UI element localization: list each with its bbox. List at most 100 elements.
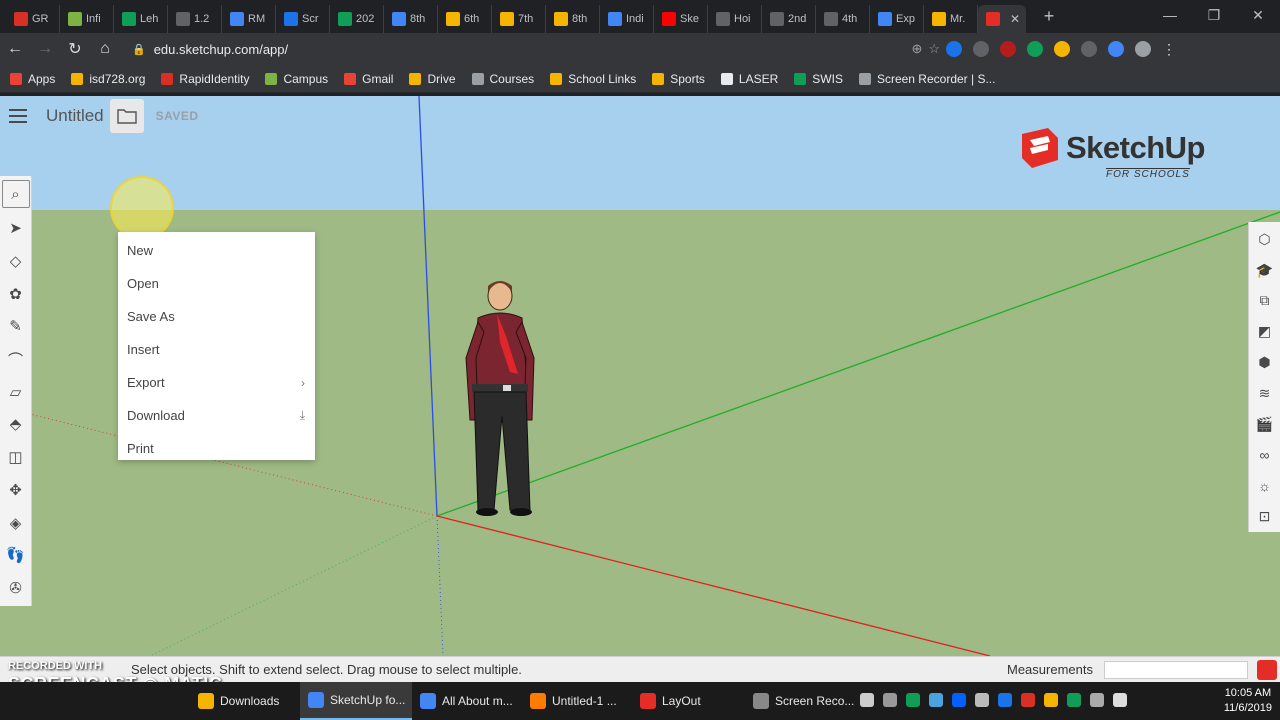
menu-item-open[interactable]: Open xyxy=(118,267,315,300)
menu-item-insert[interactable]: Insert xyxy=(118,333,315,366)
model-info-icon[interactable]: ⊡ xyxy=(1251,501,1279,532)
browser-tab[interactable]: GR xyxy=(6,4,60,33)
tray-network-icon[interactable] xyxy=(1090,693,1104,707)
menu-item-export[interactable]: Export › xyxy=(118,366,315,399)
menu-item-save-as[interactable]: Save As xyxy=(118,300,315,333)
add-icon[interactable]: ⊕ xyxy=(911,41,922,57)
paint-bucket-icon[interactable]: ✿ xyxy=(2,277,30,310)
components-icon[interactable]: ⧉ xyxy=(1251,286,1279,317)
taskbar-item-screen-recorder[interactable]: Screen Reco... xyxy=(745,682,854,720)
browser-tab[interactable]: Indi xyxy=(600,4,654,33)
browser-tab[interactable]: Hoi xyxy=(708,4,762,33)
tray-chrome-icon[interactable] xyxy=(1044,693,1058,707)
restore-button[interactable]: ❐ xyxy=(1192,0,1236,30)
browser-tab[interactable]: Scr xyxy=(276,4,330,33)
tray-dropbox-icon[interactable] xyxy=(952,693,966,707)
profile-avatar[interactable] xyxy=(1135,41,1151,57)
bookmark-item[interactable]: RapidIdentity xyxy=(161,72,249,86)
browser-tab[interactable]: 2nd xyxy=(762,4,816,33)
file-menu-button[interactable] xyxy=(109,99,144,133)
extension-circle-icon[interactable] xyxy=(1108,41,1124,57)
home-button[interactable]: ⌂ xyxy=(90,40,120,58)
browser-tab[interactable]: RM xyxy=(222,4,276,33)
extension-screencast-icon[interactable] xyxy=(1081,41,1097,57)
browser-tab[interactable]: 4th xyxy=(816,4,870,33)
new-tab-button[interactable]: + xyxy=(1034,6,1064,27)
minimize-button[interactable]: — xyxy=(1148,0,1192,30)
taskbar-item-all-about[interactable]: All About m... xyxy=(412,682,513,720)
scale-figure-person[interactable] xyxy=(465,281,535,516)
measurements-input[interactable] xyxy=(1104,661,1248,679)
bookmark-item[interactable]: School Links xyxy=(550,72,636,86)
move-tool-icon[interactable]: ✥ xyxy=(2,474,30,507)
taskbar-item-downloads[interactable]: Downloads xyxy=(190,682,279,720)
tray-infinity-icon[interactable] xyxy=(975,693,989,707)
bookmark-item[interactable]: Campus xyxy=(265,72,328,86)
select-tool-icon[interactable]: ➤ xyxy=(2,212,30,245)
styles-icon[interactable]: ⬢ xyxy=(1251,347,1279,378)
search-tool-icon[interactable]: ⌕ xyxy=(1,180,30,208)
orbit-tool-icon[interactable]: ✇ xyxy=(2,572,30,605)
materials-icon[interactable]: ◩ xyxy=(1251,316,1279,347)
eraser-tool-icon[interactable]: ◇ xyxy=(2,245,30,278)
system-clock[interactable]: 10:05 AM 11/6/2019 xyxy=(1224,686,1272,716)
walk-tool-icon[interactable]: 👣 xyxy=(2,539,30,572)
bookmark-item[interactable]: SWIS xyxy=(794,72,843,86)
taskbar-item-illustrator[interactable]: Untitled-1 ... xyxy=(522,682,617,720)
bookmark-star-icon[interactable]: ☆ xyxy=(928,41,940,57)
tray-mic-icon[interactable] xyxy=(860,693,874,707)
tray-monitor-icon[interactable] xyxy=(929,693,943,707)
instructor-icon[interactable]: 🎓 xyxy=(1251,255,1279,286)
close-tab-icon[interactable]: ✕ xyxy=(1010,12,1020,26)
tab-active-sketchup[interactable]: ✕ xyxy=(978,4,1026,33)
bookmark-item[interactable]: Apps xyxy=(10,72,55,86)
scenes-icon[interactable]: 🎬 xyxy=(1251,409,1279,440)
browser-tab[interactable]: 7th xyxy=(492,4,546,33)
tray-shield-icon[interactable] xyxy=(883,693,897,707)
forward-button[interactable]: → xyxy=(30,40,60,58)
tray-green-icon[interactable] xyxy=(906,693,920,707)
extension-highlighter-icon[interactable] xyxy=(1054,41,1070,57)
browser-tab[interactable]: 1.2 xyxy=(168,4,222,33)
offset-tool-icon[interactable]: ◫ xyxy=(2,441,30,474)
taskbar-item-sketchup[interactable]: SketchUp fo... xyxy=(300,682,412,720)
bookmark-item[interactable]: Drive xyxy=(409,72,456,86)
entity-info-icon[interactable]: ⬡ xyxy=(1251,224,1279,255)
solar-icon[interactable]: ☼ xyxy=(1251,470,1279,501)
tray-blue-icon[interactable] xyxy=(998,693,1012,707)
browser-tab[interactable]: Exp xyxy=(870,4,924,33)
bookmark-item[interactable]: Gmail xyxy=(344,72,393,86)
browser-menu-icon[interactable]: ⋮ xyxy=(1162,41,1176,58)
bookmark-item[interactable]: LASER xyxy=(720,72,778,86)
tray-check-icon[interactable] xyxy=(1067,693,1081,707)
address-bar[interactable]: 🔒 edu.sketchup.com/app/ ⊕ ☆ xyxy=(126,36,946,62)
menu-item-new[interactable]: New xyxy=(118,234,315,267)
browser-tab[interactable]: 8th xyxy=(384,4,438,33)
reload-button[interactable]: ↻ xyxy=(60,39,90,59)
bookmark-item[interactable]: isd728.org xyxy=(71,72,145,86)
browser-tab[interactable]: Mr. xyxy=(924,4,978,33)
extension-vpn-icon[interactable] xyxy=(973,41,989,57)
pencil-line-icon[interactable]: ✎ xyxy=(2,310,30,343)
browser-tab[interactable]: 6th xyxy=(438,4,492,33)
taskbar-item-layout[interactable]: LayOut xyxy=(632,682,701,720)
push-pull-icon[interactable]: ⬘ xyxy=(2,408,30,441)
display-icon[interactable]: ∞ xyxy=(1251,440,1279,471)
bookmark-item[interactable]: Sports xyxy=(652,72,705,86)
bookmark-item[interactable]: Courses xyxy=(471,72,534,86)
browser-tab[interactable]: Ske xyxy=(654,4,708,33)
rectangle-tool-icon[interactable]: ▱ xyxy=(2,375,30,408)
tray-red-icon[interactable] xyxy=(1021,693,1035,707)
browser-tab[interactable]: Infi xyxy=(60,4,114,33)
tray-volume-icon[interactable] xyxy=(1113,693,1127,707)
browser-tab[interactable]: Leh xyxy=(114,4,168,33)
hamburger-menu-icon[interactable] xyxy=(0,96,36,136)
bookmark-item[interactable]: Screen Recorder | S... xyxy=(858,72,995,86)
back-button[interactable]: ← xyxy=(0,40,30,58)
browser-tab[interactable]: 8th xyxy=(546,4,600,33)
layers-icon[interactable]: ≋ xyxy=(1251,378,1279,409)
browser-tab[interactable]: 202 xyxy=(330,4,384,33)
extension-green-icon[interactable] xyxy=(1027,41,1043,57)
close-window-button[interactable]: ✕ xyxy=(1236,0,1280,30)
arc-tool-icon[interactable]: ⌒ xyxy=(2,343,30,376)
